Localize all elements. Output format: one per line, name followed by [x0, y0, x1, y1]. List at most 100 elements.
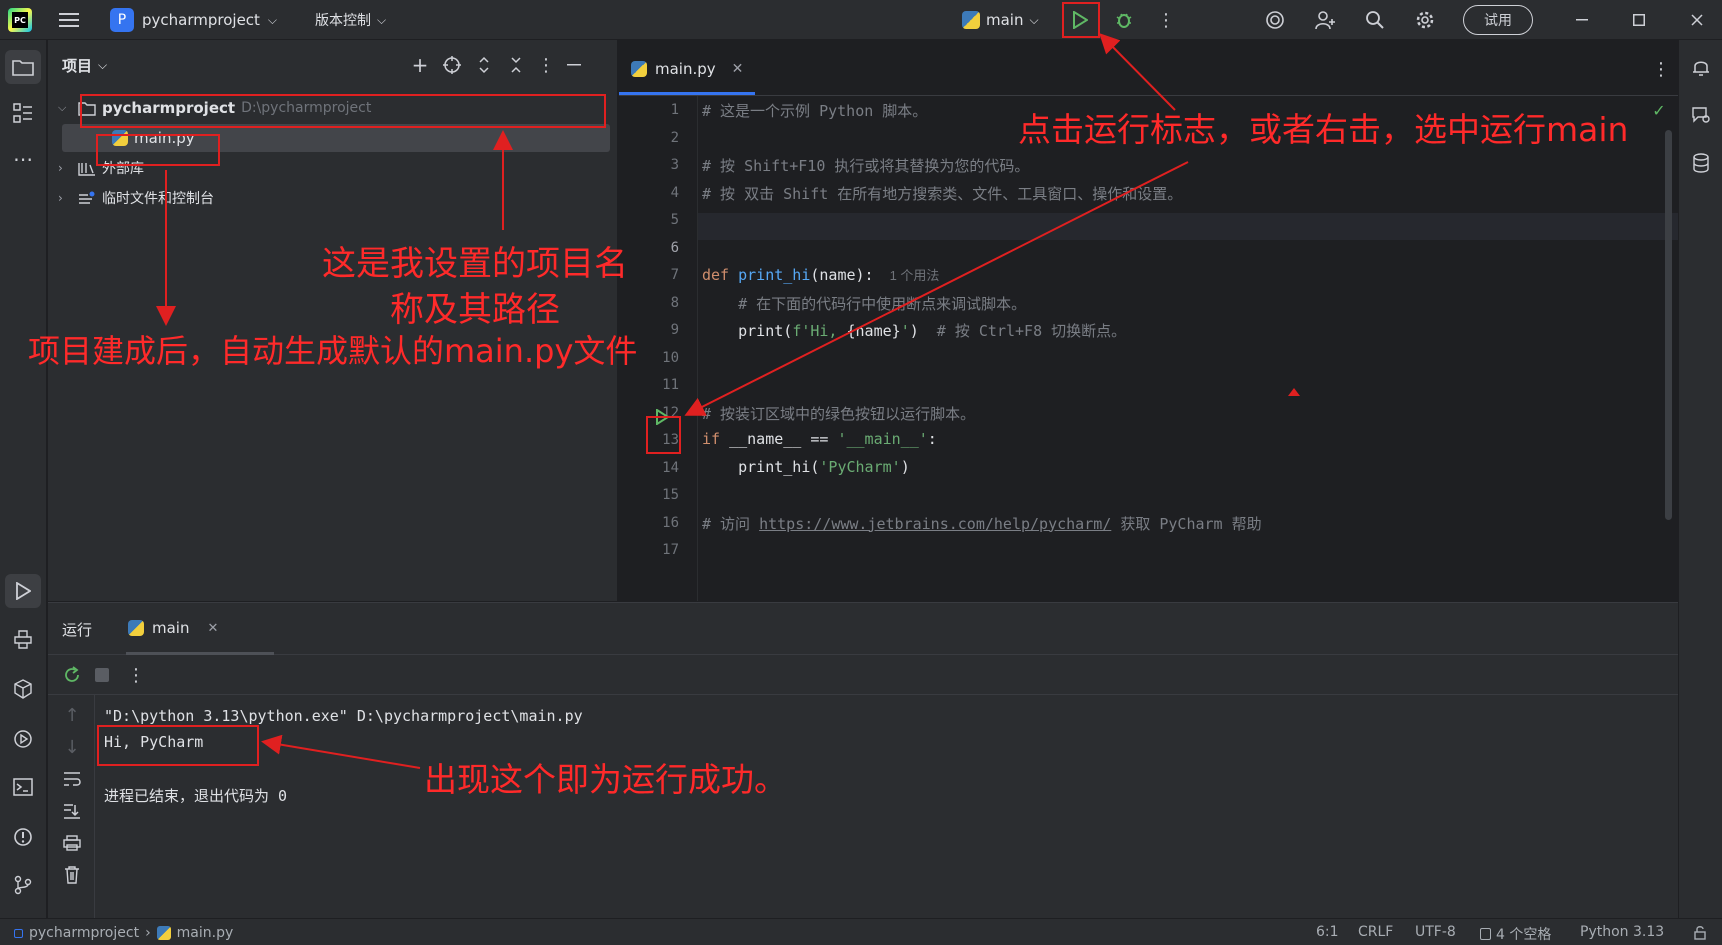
- line-number[interactable]: 4: [619, 185, 679, 201]
- run-tab-main[interactable]: main ✕: [128, 613, 218, 643]
- help-link[interactable]: https://www.jetbrains.com/help/pycharm/: [759, 515, 1111, 533]
- minimize-icon[interactable]: [1570, 6, 1594, 34]
- line-number[interactable]: 6: [619, 240, 679, 256]
- maximize-icon[interactable]: [1627, 6, 1651, 34]
- line-number[interactable]: 7: [619, 267, 679, 283]
- chevron-down-icon: ⌵: [1029, 12, 1039, 27]
- trial-button[interactable]: 试用: [1463, 5, 1533, 35]
- search-icon[interactable]: [1362, 6, 1388, 34]
- collapse-all-icon[interactable]: [504, 52, 528, 78]
- terminal-icon[interactable]: [5, 770, 41, 804]
- breadcrumb-project[interactable]: pycharmproject: [29, 925, 139, 941]
- tab-main-py[interactable]: main.py ✕: [631, 52, 743, 86]
- project-switcher[interactable]: P pycharmproject ⌵: [110, 6, 277, 34]
- python-packages-icon[interactable]: [5, 672, 41, 706]
- code-token: # 访问: [702, 514, 760, 533]
- editor-scrollbar[interactable]: [1665, 130, 1672, 520]
- line-number[interactable]: 2: [619, 130, 679, 146]
- cursor-position[interactable]: 6:1: [1316, 924, 1339, 940]
- indent-setting[interactable]: 4 个空格: [1480, 924, 1551, 944]
- new-file-icon[interactable]: +: [408, 52, 432, 78]
- scroll-to-end-icon[interactable]: [60, 799, 84, 823]
- code-line: print(f'Hi, {name}') # 按 Ctrl+F8 切换断点。: [702, 320, 1126, 341]
- rerun-icon[interactable]: [60, 663, 84, 687]
- run-config-selector[interactable]: main ⌵: [962, 6, 1039, 34]
- line-number[interactable]: 5: [619, 212, 679, 228]
- console-output[interactable]: "D:\python 3.13\python.exe" D:\pycharmpr…: [104, 707, 1664, 907]
- line-separator[interactable]: CRLF: [1358, 924, 1393, 940]
- print-icon[interactable]: [60, 831, 84, 855]
- problems-icon[interactable]: [5, 820, 41, 854]
- more-icon[interactable]: ⋮: [1156, 6, 1176, 34]
- code-token: ': [900, 322, 910, 340]
- code-token: 获取 PyCharm 帮助: [1111, 514, 1262, 533]
- soft-wrap-icon[interactable]: [60, 767, 84, 791]
- vcs-menu[interactable]: 版本控制 ⌵: [315, 6, 386, 34]
- run-panel-header: 运行 main ✕: [48, 603, 1678, 655]
- settings-icon[interactable]: [1412, 6, 1438, 34]
- stop-icon[interactable]: [90, 663, 114, 687]
- code-token: print_hi: [738, 266, 811, 284]
- breadcrumb-file[interactable]: main.py: [177, 925, 234, 941]
- git-icon[interactable]: [5, 868, 41, 902]
- logo-text: PC: [12, 12, 28, 28]
- project-tool-icon[interactable]: [5, 50, 41, 84]
- file-encoding[interactable]: UTF-8: [1415, 924, 1456, 940]
- line-number[interactable]: 17: [619, 542, 679, 558]
- left-tool-strip: ⋯: [0, 40, 47, 918]
- panel-options-icon[interactable]: ⋮: [536, 52, 556, 78]
- code-area[interactable]: 1 # 这是一个示例 Python 脚本。 2 3 # 按 Shift+F10 执行或将…: [619, 96, 1659, 601]
- close-icon[interactable]: [1685, 6, 1709, 34]
- chevron-down-icon: ⌵: [98, 57, 108, 72]
- code-line: # 在下面的代码行中使用断点来调试脚本。: [702, 294, 1027, 313]
- scroll-up-icon[interactable]: ↑: [60, 703, 84, 727]
- console-line-command: "D:\python 3.13\python.exe" D:\pycharmpr…: [104, 707, 583, 725]
- editor-options-icon[interactable]: ⋮: [1651, 56, 1671, 82]
- line-number[interactable]: 15: [619, 487, 679, 503]
- tree-item-scratches[interactable]: › 临时文件和控制台: [58, 184, 214, 212]
- project-panel-header[interactable]: 项目 ⌵: [62, 50, 107, 80]
- annotation-success: 出现这个即为运行成功。: [424, 760, 787, 799]
- line-number[interactable]: 16: [619, 515, 679, 531]
- code-token: (name):: [810, 266, 874, 284]
- run-more-icon[interactable]: ⋮: [126, 663, 146, 687]
- highlight-project-root: [80, 94, 606, 128]
- scroll-down-icon[interactable]: ↓: [60, 735, 84, 759]
- breadcrumb: pycharmproject › main.py: [14, 923, 233, 943]
- line-number[interactable]: 11: [619, 377, 679, 393]
- line-number[interactable]: 14: [619, 460, 679, 476]
- hamburger-menu-icon[interactable]: [56, 8, 82, 32]
- ai-chat-icon[interactable]: [1687, 100, 1715, 130]
- more-tools-icon[interactable]: ⋯: [5, 144, 41, 174]
- interpreter[interactable]: Python 3.13: [1580, 924, 1664, 940]
- ai-assistant-icon[interactable]: [1262, 6, 1288, 34]
- debug-icon[interactable]: [1110, 6, 1138, 34]
- add-user-icon[interactable]: [1312, 6, 1338, 34]
- line-number[interactable]: 8: [619, 295, 679, 311]
- vcs-label: 版本控制: [315, 13, 371, 29]
- python-file-icon: [631, 61, 647, 77]
- trash-icon[interactable]: [60, 863, 84, 887]
- code-token: ): [909, 322, 919, 340]
- line-number[interactable]: 1: [619, 102, 679, 118]
- database-icon[interactable]: [1687, 148, 1715, 178]
- chevron-right-icon: ›: [145, 925, 151, 941]
- structure-tool-icon[interactable]: [5, 96, 41, 130]
- close-tab-icon[interactable]: ✕: [732, 61, 744, 77]
- locate-file-icon[interactable]: [440, 52, 464, 78]
- unlock-icon[interactable]: [1690, 923, 1710, 943]
- module-icon: [14, 928, 23, 938]
- lock-icon: [1480, 928, 1491, 940]
- line-number[interactable]: 3: [619, 157, 679, 173]
- run-tool-icon[interactable]: [5, 574, 41, 608]
- pycharm-logo[interactable]: PC: [8, 8, 32, 32]
- services-icon[interactable]: [5, 722, 41, 756]
- expand-all-icon[interactable]: [472, 52, 496, 78]
- highlight-main-file: [96, 134, 220, 166]
- hide-panel-icon[interactable]: [562, 52, 586, 78]
- tab-label: main.py: [655, 60, 716, 78]
- python-console-icon[interactable]: [5, 622, 41, 656]
- close-tab-icon[interactable]: ✕: [207, 621, 218, 636]
- library-icon: [78, 162, 95, 176]
- notifications-icon[interactable]: [1687, 52, 1715, 82]
